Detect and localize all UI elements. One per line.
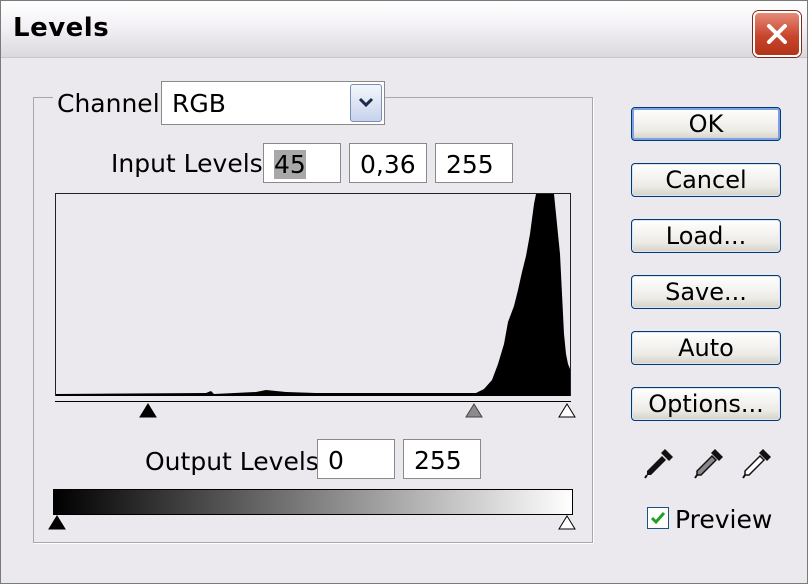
close-button[interactable] — [753, 11, 801, 57]
input-white-slider[interactable] — [557, 403, 577, 419]
input-black-value: 45 — [274, 150, 306, 179]
output-gradient-bar — [53, 489, 573, 515]
channel-label: Channel: — [53, 89, 173, 118]
cancel-button[interactable]: Cancel — [631, 163, 781, 197]
options-button[interactable]: Options... — [631, 387, 781, 421]
ok-button[interactable]: OK — [631, 107, 781, 141]
input-gamma-field[interactable]: 0,36 — [349, 143, 427, 183]
input-black-slider[interactable] — [138, 403, 158, 419]
output-white-field[interactable]: 255 — [403, 439, 481, 479]
preview-label: Preview — [675, 505, 773, 534]
load-button[interactable]: Load... — [631, 219, 781, 253]
input-gamma-slider[interactable] — [464, 403, 484, 419]
close-icon — [767, 24, 787, 44]
checkmark-icon — [650, 512, 666, 525]
input-black-field[interactable]: 45 — [263, 143, 341, 183]
input-white-field[interactable]: 255 — [435, 143, 513, 183]
window-title: Levels — [13, 13, 110, 43]
histogram — [55, 193, 571, 396]
input-slider-track — [55, 401, 571, 402]
title-bar: Levels — [1, 1, 807, 58]
levels-dialog: Levels Channel: RGB Input Levels: 45 0,3… — [0, 0, 808, 584]
output-black-slider[interactable] — [47, 515, 67, 531]
dropdown-arrow-icon — [358, 97, 374, 108]
input-levels-label: Input Levels: — [111, 149, 272, 178]
black-eyedropper-icon[interactable] — [641, 445, 677, 481]
dropdown-arrow-button[interactable] — [350, 84, 382, 122]
white-eyedropper-icon[interactable] — [739, 445, 775, 481]
output-white-slider[interactable] — [557, 515, 577, 531]
output-black-field[interactable]: 0 — [317, 439, 395, 479]
save-button[interactable]: Save... — [631, 275, 781, 309]
histogram-graph — [56, 194, 570, 396]
gray-eyedropper-icon[interactable] — [691, 445, 727, 481]
output-levels-label: Output Levels: — [145, 447, 328, 476]
preview-checkbox[interactable] — [647, 507, 669, 529]
auto-button[interactable]: Auto — [631, 331, 781, 365]
channel-select[interactable]: RGB — [161, 81, 385, 125]
channel-value: RGB — [172, 89, 226, 118]
